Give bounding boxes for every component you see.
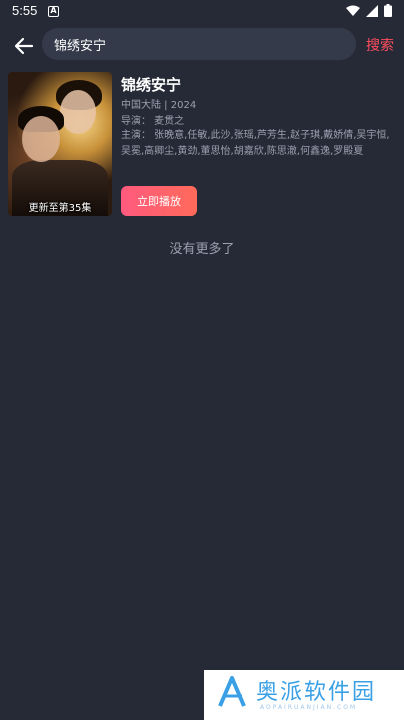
no-more-text: 没有更多了: [169, 242, 235, 257]
watermark-text: 奥派软件园: [256, 680, 377, 705]
watermark-subtext: AOPAIRUANJIAN.COM: [260, 704, 358, 711]
status-icons: [346, 4, 392, 17]
signal-icon: [366, 4, 378, 17]
status-bar: 5:55 A: [0, 0, 404, 24]
play-now-button[interactable]: 立即播放: [121, 186, 197, 216]
wifi-icon: [346, 5, 360, 16]
battery-icon: [384, 4, 392, 17]
search-button[interactable]: 搜索: [366, 35, 394, 55]
result-cast: 主演： 张晚意,任敏,此沙,张瑶,芦芳生,赵子琪,戴娇倩,吴宇恒,吴冕,高卿尘,…: [121, 130, 390, 157]
notification-a-icon: A: [48, 6, 59, 17]
result-card[interactable]: 更新至第35集 锦绣安宁 中国大陆 | 2024 导演： 麦贯之 主演： 张晚意…: [8, 72, 396, 218]
poster-caption: 更新至第35集: [28, 203, 92, 214]
result-director: 导演： 麦贯之: [121, 116, 185, 127]
search-bar: 搜索: [0, 28, 404, 64]
back-arrow-icon[interactable]: [12, 34, 36, 58]
watermark: 奥派软件园 AOPAIRUANJIAN.COM: [204, 670, 404, 720]
search-input[interactable]: [42, 28, 356, 60]
status-time: 5:55: [12, 3, 38, 18]
watermark-logo-icon: [218, 676, 246, 707]
result-title: 锦绣安宁: [121, 76, 182, 94]
result-meta: 中国大陆 | 2024: [121, 100, 197, 111]
poster-image[interactable]: 更新至第35集: [8, 72, 112, 216]
